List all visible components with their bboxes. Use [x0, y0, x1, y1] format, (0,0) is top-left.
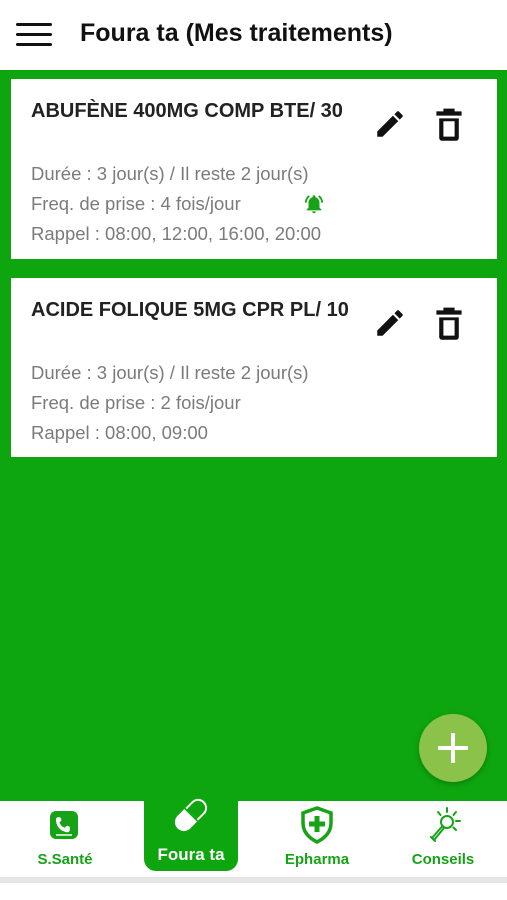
- nav-label: Foura ta: [157, 845, 225, 864]
- treatment-name: ACIDE FOLIQUE 5MG CPR PL/ 10: [31, 299, 349, 321]
- treatment-name: ABUFÈNE 400MG COMP BTE/ 30: [31, 100, 343, 122]
- treatments-list: ABUFÈNE 400MG COMP BTE/ 30 Durée : 3 jou…: [0, 70, 507, 801]
- nav-item-epharma[interactable]: Epharma: [252, 801, 382, 877]
- nav-label: Conseils: [411, 851, 475, 868]
- pencil-icon[interactable]: [373, 107, 407, 141]
- treatment-reminder: Rappel : 08:00, 09:00: [31, 422, 208, 443]
- treatment-duration: Durée : 3 jour(s) / Il reste 2 jour(s): [31, 163, 309, 184]
- nav-label: S.Santé: [37, 851, 93, 868]
- lightbulb-icon: [430, 807, 461, 842]
- plus-icon: [438, 733, 468, 763]
- nav-item-ssante[interactable]: S.Santé: [0, 801, 130, 877]
- hamburger-menu-icon[interactable]: [14, 20, 54, 50]
- page-title: Foura ta (Mes traitements): [80, 19, 393, 47]
- pencil-icon[interactable]: [373, 306, 407, 340]
- treatment-frequency: Freq. de prise : 4 fois/jour: [31, 193, 241, 214]
- bottom-divider: [0, 877, 507, 883]
- shield-cross-icon: [301, 806, 333, 844]
- pill-capsule-icon: [174, 798, 208, 832]
- treatment-reminder: Rappel : 08:00, 12:00, 16:00, 20:00: [31, 223, 322, 244]
- nav-item-foura-ta[interactable]: Foura ta: [144, 781, 238, 871]
- trash-icon[interactable]: [435, 107, 463, 141]
- nav-label: Epharma: [284, 851, 350, 868]
- app-header: Foura ta (Mes traitements): [0, 0, 507, 70]
- menu-line: [16, 23, 52, 26]
- phone-app-icon: [50, 811, 78, 839]
- treatment-frequency: Freq. de prise : 2 fois/jour: [31, 392, 241, 413]
- treatment-duration: Durée : 3 jour(s) / Il reste 2 jour(s): [31, 362, 309, 383]
- trash-icon[interactable]: [435, 306, 463, 340]
- add-treatment-button[interactable]: [419, 714, 487, 782]
- menu-line: [16, 33, 52, 36]
- treatment-card[interactable]: ABUFÈNE 400MG COMP BTE/ 30 Durée : 3 jou…: [11, 79, 497, 259]
- alarm-bell-icon: [304, 195, 324, 214]
- nav-item-conseils[interactable]: Conseils: [378, 801, 507, 877]
- treatment-card[interactable]: ACIDE FOLIQUE 5MG CPR PL/ 10 Durée : 3 j…: [11, 278, 497, 457]
- menu-line: [16, 43, 52, 46]
- bottom-navigation: S.Santé Epharma Conseils: [0, 801, 507, 877]
